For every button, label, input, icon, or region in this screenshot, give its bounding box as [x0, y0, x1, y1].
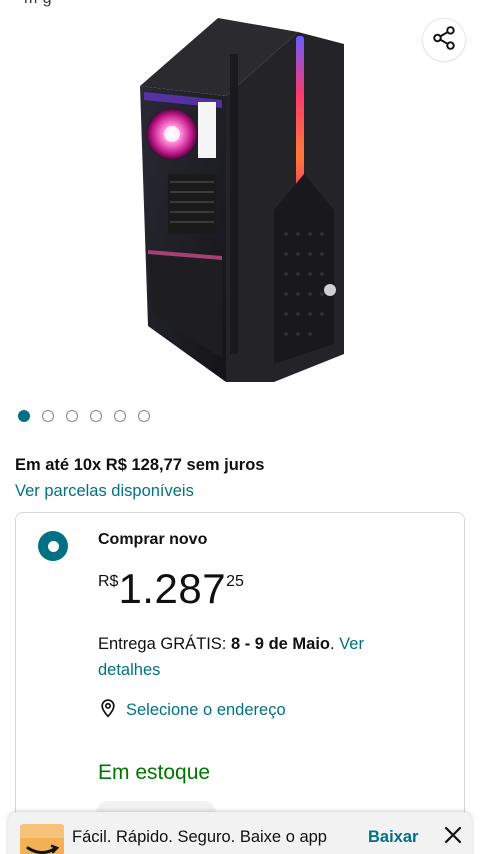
location-pin-icon	[98, 697, 118, 724]
delivery-info: Entrega GRÁTIS: 8 - 9 de Maio. Ver detal…	[98, 631, 398, 683]
amazon-logo-icon	[20, 824, 64, 854]
carousel-dot[interactable]	[138, 410, 150, 422]
buy-box-card: Comprar novo R$ 1.287 25 Entrega GRÁTIS:…	[15, 512, 465, 854]
buy-option-title[interactable]: Comprar novo	[98, 531, 207, 549]
download-app-button[interactable]: Baixar	[368, 828, 418, 847]
carousel-dot[interactable]	[42, 410, 54, 422]
select-address-text[interactable]: Selecione o endereço	[126, 701, 286, 720]
product-image[interactable]	[138, 14, 344, 382]
price-currency: R$	[98, 573, 119, 590]
close-banner-button[interactable]	[442, 824, 464, 846]
carousel-dot[interactable]	[18, 410, 30, 422]
select-address-link[interactable]: Selecione o endereço	[98, 697, 286, 724]
close-icon	[442, 826, 464, 850]
delivery-dates: 8 - 9 de Maio	[230, 635, 330, 653]
carousel-dot[interactable]	[114, 410, 126, 422]
delivery-prefix: Entrega GRÁTIS:	[98, 635, 231, 653]
carousel-dot[interactable]	[90, 410, 102, 422]
buy-new-radio[interactable]	[38, 531, 68, 561]
price: R$ 1.287 25	[98, 567, 244, 611]
delivery-suffix: .	[330, 635, 340, 653]
image-carousel-dots	[18, 410, 150, 422]
installments-link[interactable]: Ver parcelas disponíveis	[15, 482, 194, 501]
installments-text: Em até 10x R$ 128,77 sem juros	[15, 456, 265, 474]
price-cents: 25	[226, 573, 244, 590]
stock-status: Em estoque	[98, 761, 211, 784]
header-fragment-text: m·g	[24, 0, 52, 8]
carousel-dot[interactable]	[66, 410, 78, 422]
radio-selected-indicator	[47, 540, 59, 552]
share-button[interactable]	[422, 18, 466, 62]
app-download-banner: Fácil. Rápido. Seguro. Baixe o app Baixa…	[8, 812, 472, 854]
share-icon	[431, 25, 457, 56]
app-banner-text: Fácil. Rápido. Seguro. Baixe o app	[72, 828, 327, 846]
price-whole: 1.287	[118, 565, 227, 612]
